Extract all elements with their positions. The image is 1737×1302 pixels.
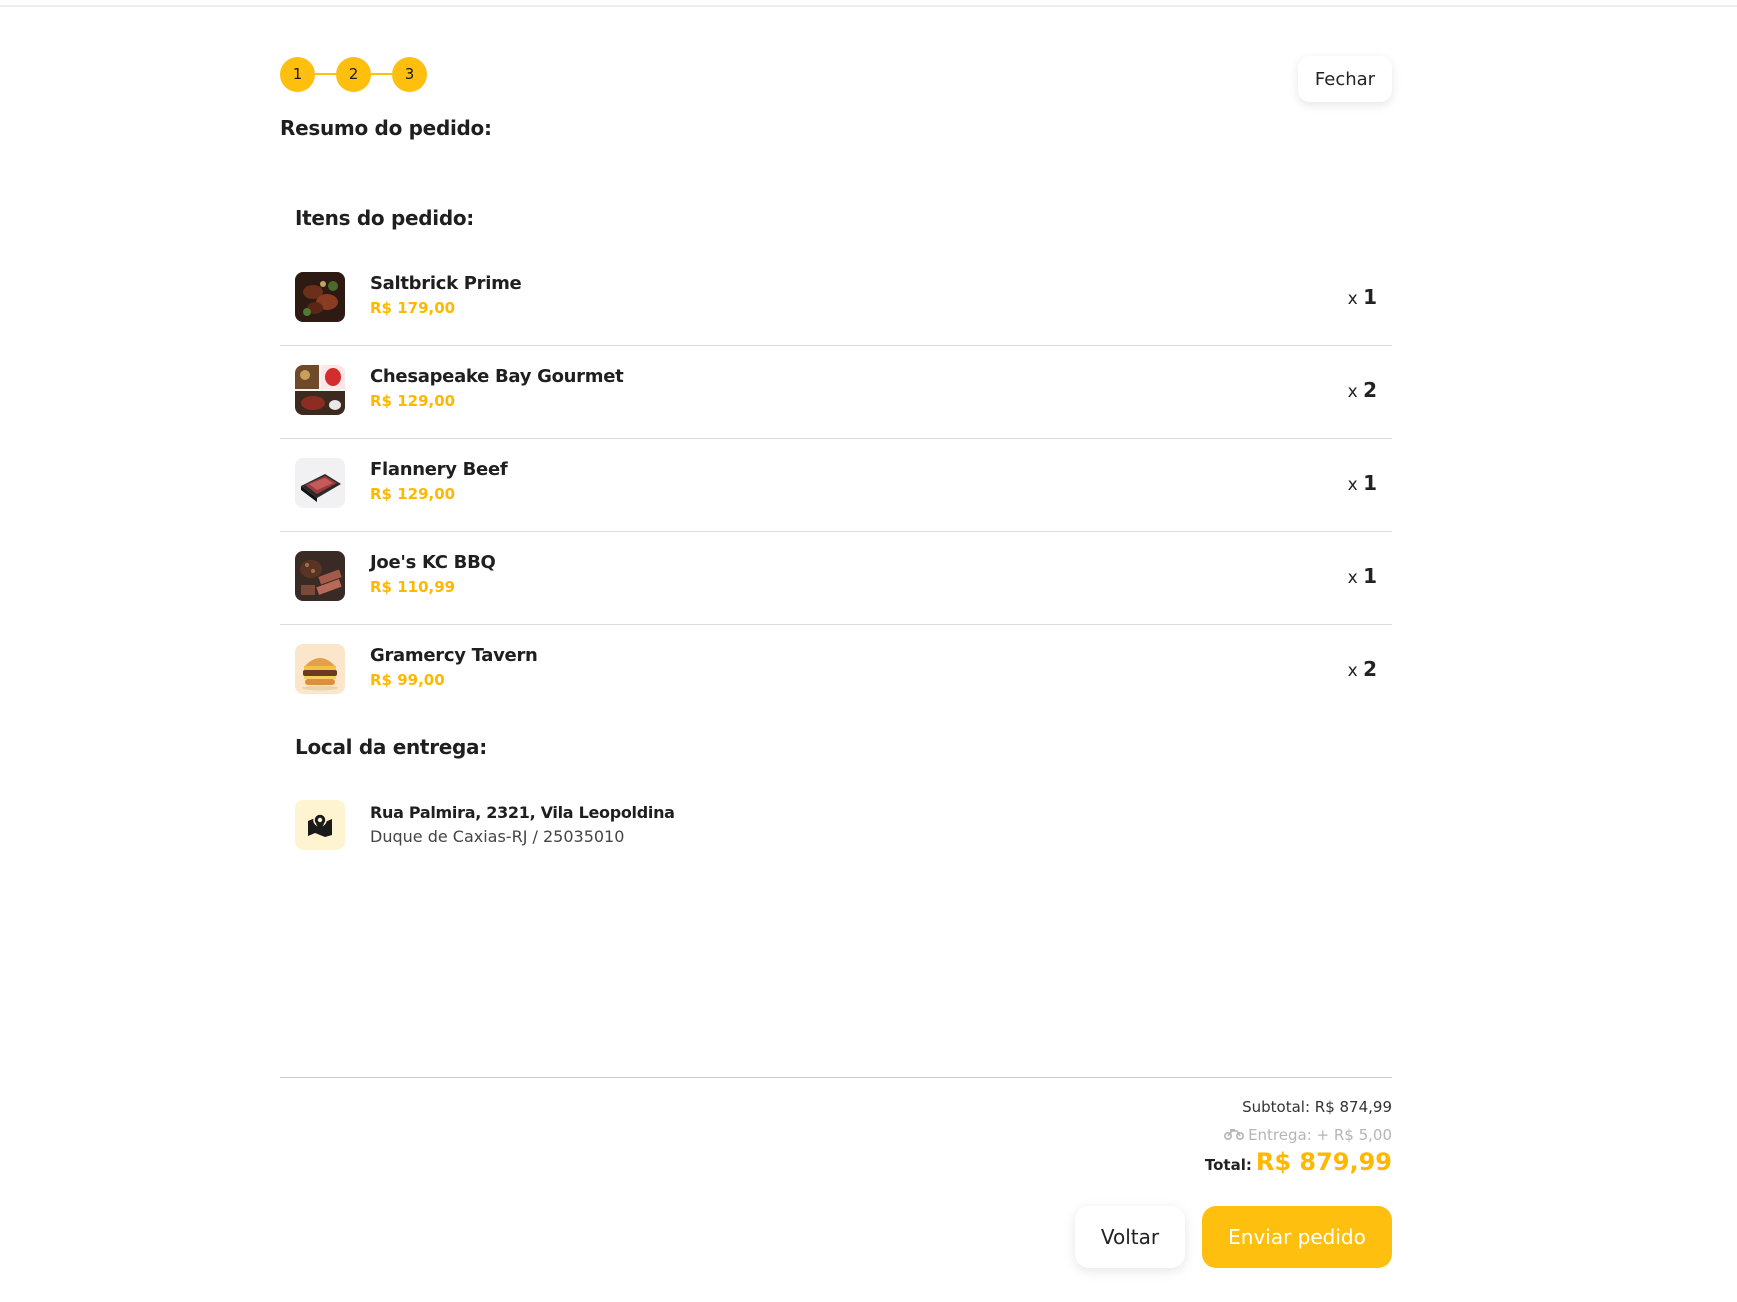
item-price: R$ 129,00 [370, 392, 456, 410]
item-price: R$ 129,00 [370, 485, 456, 503]
subtotal: Subtotal: R$ 874,99 [1242, 1098, 1392, 1116]
close-button[interactable]: Fechar [1298, 56, 1392, 102]
order-items-list: Saltbrick Prime R$ 179,00 x 1 Chesapeake… [280, 253, 1392, 717]
item-quantity: x 1 [1348, 285, 1377, 309]
item-quantity: x 2 [1348, 378, 1377, 402]
qty-value: 1 [1363, 471, 1377, 495]
list-item: Flannery Beef R$ 129,00 x 1 [280, 439, 1392, 532]
summary-divider [280, 1077, 1392, 1078]
item-name: Joe's KC BBQ [370, 552, 496, 573]
delivery-fee: Entrega: + R$ 5,00 [1205, 1122, 1392, 1148]
order-totals: Subtotal: R$ 874,99 Entrega: + R$ 5,00 T… [1205, 1098, 1392, 1182]
map-pin-icon [295, 800, 345, 850]
total-label: Total: [1204, 1156, 1252, 1174]
step-connector [315, 73, 336, 75]
list-item: Gramercy Tavern R$ 99,00 x 2 [280, 625, 1392, 717]
delivery-fee-text: Entrega: + R$ 5,00 [1248, 1126, 1392, 1144]
qty-value: 1 [1363, 564, 1377, 588]
qty-prefix: x [1347, 382, 1358, 402]
item-name: Chesapeake Bay Gourmet [370, 366, 624, 387]
qty-prefix: x [1347, 289, 1358, 309]
item-name: Gramercy Tavern [370, 645, 538, 666]
qty-prefix: x [1347, 661, 1358, 681]
address-city-zip: Duque de Caxias-RJ / 25035010 [370, 827, 625, 846]
item-name: Flannery Beef [370, 459, 508, 480]
total: Total: R$ 879,99 [1205, 1148, 1392, 1182]
item-price: R$ 179,00 [370, 299, 456, 317]
items-section-title: Itens do pedido: [295, 206, 474, 230]
item-quantity: x 1 [1348, 471, 1377, 495]
back-button[interactable]: Voltar [1075, 1206, 1185, 1268]
step-1: 1 [280, 56, 315, 92]
motorcycle-icon [1224, 1126, 1245, 1144]
item-price: R$ 110,99 [370, 578, 456, 596]
address-street: Rua Palmira, 2321, Vila Leopoldina [370, 803, 675, 822]
step-3: 3 [392, 56, 427, 92]
list-item: Joe's KC BBQ R$ 110,99 x 1 [280, 532, 1392, 625]
send-order-button[interactable]: Enviar pedido [1202, 1206, 1392, 1268]
page-title: Resumo do pedido: [280, 116, 492, 140]
bbq-platter-image [295, 551, 345, 601]
item-quantity: x 2 [1348, 657, 1377, 681]
steak-platter-image [295, 272, 345, 322]
list-item: Chesapeake Bay Gourmet R$ 129,00 x 2 [280, 346, 1392, 439]
delivery-section-title: Local da entrega: [295, 735, 487, 759]
order-summary-modal: 1 2 3 Fechar Resumo do pedido: Itens do … [280, 0, 1392, 1302]
item-name: Saltbrick Prime [370, 273, 522, 294]
qty-value: 2 [1363, 378, 1377, 402]
item-quantity: x 1 [1348, 564, 1377, 588]
step-2: 2 [336, 56, 371, 92]
meat-collage-image [295, 365, 345, 415]
qty-value: 1 [1363, 285, 1377, 309]
step-connector [371, 73, 392, 75]
total-value: R$ 879,99 [1255, 1148, 1392, 1176]
stepper: 1 2 3 [280, 56, 427, 92]
qty-value: 2 [1363, 657, 1377, 681]
qty-prefix: x [1347, 568, 1358, 588]
burger-image [295, 644, 345, 694]
item-price: R$ 99,00 [370, 671, 445, 689]
list-item: Saltbrick Prime R$ 179,00 x 1 [280, 253, 1392, 346]
qty-prefix: x [1347, 475, 1358, 495]
boxed-steak-image [295, 458, 345, 508]
